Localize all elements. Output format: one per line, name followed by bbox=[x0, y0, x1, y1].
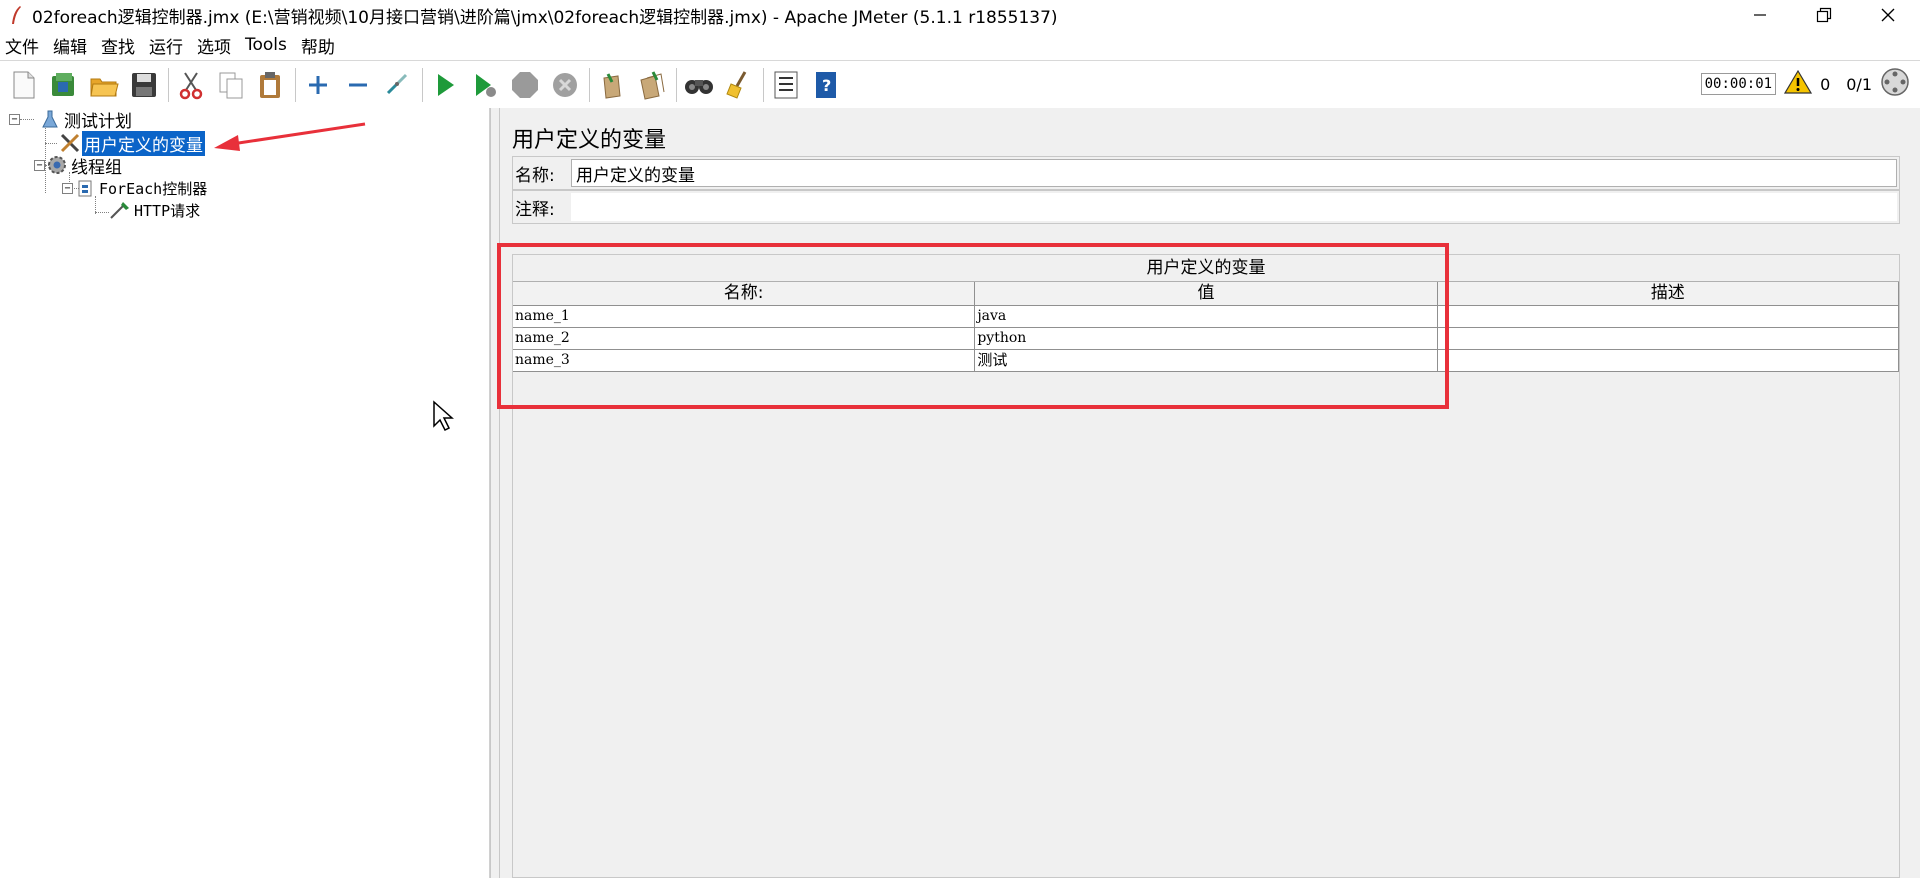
gear-icon bbox=[45, 154, 69, 176]
collapse-toggle-icon[interactable]: − bbox=[62, 182, 73, 194]
active-threads: 0/1 bbox=[1846, 74, 1872, 94]
window-controls bbox=[1728, 0, 1920, 30]
name-row: 名称: 用户定义的变量 bbox=[512, 156, 1900, 190]
tree-node-foreach-controller[interactable]: − ForEach控制器 bbox=[62, 177, 209, 199]
tree-node-thread-group[interactable]: − 线程组 bbox=[34, 154, 124, 178]
svg-text:?: ? bbox=[822, 76, 831, 95]
menu-file[interactable]: 文件 bbox=[0, 33, 44, 58]
elapsed-timer: 00:00:01 bbox=[1700, 73, 1777, 95]
collapse-toggle-icon[interactable]: − bbox=[34, 159, 45, 171]
status-indicator-icon bbox=[1880, 67, 1910, 102]
split-pane-divider[interactable] bbox=[490, 108, 500, 878]
menu-bar: 文件 编辑 查找 运行 选项 Tools 帮助 bbox=[0, 32, 344, 58]
comment-input[interactable] bbox=[571, 193, 1897, 221]
toolbar-separator bbox=[676, 67, 677, 102]
tree-node-http-request[interactable]: HTTP请求 bbox=[108, 199, 202, 221]
pipette-icon bbox=[108, 199, 132, 221]
comment-row: 注释: bbox=[512, 190, 1900, 224]
templates-icon[interactable] bbox=[46, 65, 82, 105]
toolbar-separator bbox=[168, 67, 169, 102]
cell-description[interactable] bbox=[1437, 328, 1899, 350]
tree-node-user-defined-variables[interactable]: 用户定义的变量 bbox=[58, 130, 205, 156]
paste-icon[interactable] bbox=[253, 65, 289, 105]
toolbar-separator bbox=[295, 67, 296, 102]
tree-label-test-plan: 测试计划 bbox=[64, 111, 132, 132]
function-helper-icon[interactable] bbox=[768, 65, 804, 105]
help-icon[interactable]: ? bbox=[808, 65, 844, 105]
start-no-pauses-icon[interactable] bbox=[467, 65, 503, 105]
toolbar-separator bbox=[763, 67, 764, 102]
tree-label-http-request: HTTP请求 bbox=[134, 201, 201, 220]
toggle-icon[interactable] bbox=[380, 65, 416, 105]
menu-tools[interactable]: Tools bbox=[240, 35, 292, 55]
element-editor: 用户定义的变量 名称: 用户定义的变量 注释: 用户定义的变量 名称: 值 描述… bbox=[500, 108, 1920, 878]
name-label: 名称: bbox=[515, 165, 555, 186]
tree-label-foreach-controller: ForEach控制器 bbox=[99, 179, 208, 198]
tools-icon bbox=[58, 132, 82, 154]
test-plan-flask-icon bbox=[38, 108, 62, 130]
red-arrow-annotation bbox=[214, 122, 366, 151]
toolbar-separator bbox=[589, 67, 590, 102]
shutdown-icon[interactable] bbox=[547, 65, 583, 105]
jmeter-feather-icon bbox=[4, 3, 28, 27]
name-input[interactable]: 用户定义的变量 bbox=[571, 159, 1897, 187]
column-header-description[interactable]: 描述 bbox=[1437, 282, 1899, 306]
menu-search[interactable]: 查找 bbox=[96, 33, 140, 58]
window-title: 02foreach逻辑控制器.jmx (E:\营销视频\10月接口营销\进阶篇\… bbox=[32, 7, 1058, 28]
menu-options[interactable]: 选项 bbox=[192, 33, 236, 58]
warning-icon[interactable] bbox=[1784, 69, 1813, 100]
expand-icon[interactable] bbox=[300, 65, 336, 105]
new-icon[interactable] bbox=[6, 65, 42, 105]
cell-description[interactable] bbox=[1437, 306, 1899, 328]
collapse-icon[interactable] bbox=[340, 65, 376, 105]
mouse-cursor-icon bbox=[433, 400, 454, 432]
clear-icon[interactable] bbox=[594, 65, 630, 105]
menu-help[interactable]: 帮助 bbox=[296, 33, 340, 58]
restore-button[interactable] bbox=[1792, 0, 1856, 30]
warning-count: 0 bbox=[1820, 74, 1831, 94]
toolbar: ? bbox=[0, 60, 1920, 108]
close-button[interactable] bbox=[1856, 0, 1920, 30]
toolbar-separator bbox=[422, 67, 423, 102]
red-highlight-annotation bbox=[497, 243, 1449, 409]
toolbar-status: 00:00:01 0 0/1 bbox=[1700, 60, 1910, 108]
copy-icon[interactable] bbox=[213, 65, 249, 105]
save-icon[interactable] bbox=[126, 65, 162, 105]
tree-node-test-plan[interactable]: − 测试计划 bbox=[9, 108, 134, 132]
menu-edit[interactable]: 编辑 bbox=[48, 33, 92, 58]
clear-all-icon[interactable] bbox=[634, 65, 670, 105]
title-bar: 02foreach逻辑控制器.jmx (E:\营销视频\10月接口营销\进阶篇\… bbox=[0, 0, 1920, 30]
page-title: 用户定义的变量 bbox=[512, 128, 667, 153]
open-icon[interactable] bbox=[86, 65, 122, 105]
controller-icon bbox=[73, 177, 97, 199]
minimize-button[interactable] bbox=[1728, 0, 1792, 30]
menu-run[interactable]: 运行 bbox=[144, 33, 188, 58]
collapse-toggle-icon[interactable]: − bbox=[9, 113, 20, 125]
test-plan-tree: − 测试计划 用户定义的变量 − 线程组 − ForEach控制器 HTTP请求 bbox=[0, 108, 490, 878]
comment-label: 注释: bbox=[515, 199, 555, 220]
cell-description[interactable] bbox=[1437, 350, 1899, 372]
search-binoculars-icon[interactable] bbox=[681, 65, 717, 105]
tree-label-thread-group: 线程组 bbox=[71, 157, 122, 178]
reset-search-broom-icon[interactable] bbox=[721, 65, 757, 105]
stop-icon[interactable] bbox=[507, 65, 543, 105]
cut-icon[interactable] bbox=[173, 65, 209, 105]
start-icon[interactable] bbox=[427, 65, 463, 105]
